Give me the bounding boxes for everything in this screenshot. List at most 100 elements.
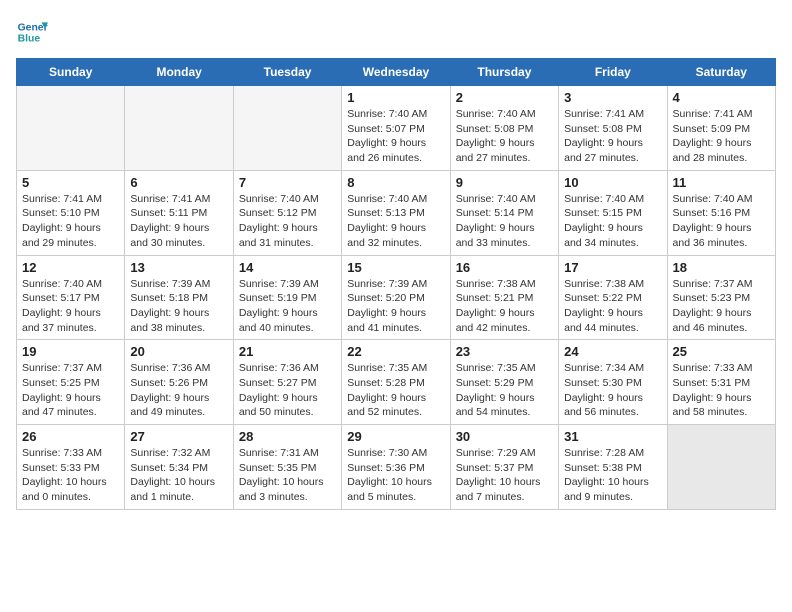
day-info: Sunrise: 7:34 AM Sunset: 5:30 PM Dayligh…	[564, 361, 661, 420]
weekday-header-sunday: Sunday	[17, 59, 125, 86]
day-info: Sunrise: 7:40 AM Sunset: 5:13 PM Dayligh…	[347, 192, 444, 251]
day-number: 11	[673, 175, 770, 190]
calendar-cell: 6Sunrise: 7:41 AM Sunset: 5:11 PM Daylig…	[125, 170, 233, 255]
day-info: Sunrise: 7:40 AM Sunset: 5:14 PM Dayligh…	[456, 192, 553, 251]
day-info: Sunrise: 7:31 AM Sunset: 5:35 PM Dayligh…	[239, 446, 336, 505]
weekday-header-monday: Monday	[125, 59, 233, 86]
day-info: Sunrise: 7:38 AM Sunset: 5:22 PM Dayligh…	[564, 277, 661, 336]
day-number: 2	[456, 90, 553, 105]
day-info: Sunrise: 7:28 AM Sunset: 5:38 PM Dayligh…	[564, 446, 661, 505]
calendar-cell: 11 Sunrise: 7:40 AM Sunset: 5:16 PM Dayli…	[667, 170, 775, 255]
day-number: 27	[130, 429, 227, 444]
calendar-cell: 22 Sunrise: 7:35 AM Sunset: 5:28 PM Dayli…	[342, 340, 450, 425]
day-number: 20	[130, 344, 227, 359]
day-info: Sunrise: 7:39 AM Sunset: 5:20 PM Dayligh…	[347, 277, 444, 336]
day-info: Sunrise: 7:40 AM Sunset: 5:17 PM Dayligh…	[22, 277, 119, 336]
day-number: 14	[239, 260, 336, 275]
calendar-cell: 3 Sunrise: 7:41 AM Sunset: 5:08 PM Daylig…	[559, 86, 667, 171]
calendar-cell: 31 Sunrise: 7:28 AM Sunset: 5:38 PM Dayli…	[559, 425, 667, 510]
day-number: 18	[673, 260, 770, 275]
calendar-cell: 13 Sunrise: 7:39 AM Sunset: 5:18 PM Dayli…	[125, 255, 233, 340]
day-number: 13	[130, 260, 227, 275]
day-info: Sunrise: 7:38 AM Sunset: 5:21 PM Dayligh…	[456, 277, 553, 336]
day-number: 6	[130, 175, 227, 190]
day-number: 16	[456, 260, 553, 275]
day-info: Sunrise: 7:37 AM Sunset: 5:23 PM Dayligh…	[673, 277, 770, 336]
calendar-cell: 9 Sunrise: 7:40 AM Sunset: 5:14 PM Daylig…	[450, 170, 558, 255]
calendar-cell: 14 Sunrise: 7:39 AM Sunset: 5:19 PM Dayli…	[233, 255, 341, 340]
day-info: Sunrise: 7:39 AM Sunset: 5:19 PM Dayligh…	[239, 277, 336, 336]
day-info: Sunrise: 7:37 AM Sunset: 5:25 PM Dayligh…	[22, 361, 119, 420]
calendar-cell	[17, 86, 125, 171]
day-info: Sunrise: 7:29 AM Sunset: 5:37 PM Dayligh…	[456, 446, 553, 505]
day-number: 29	[347, 429, 444, 444]
calendar-cell	[233, 86, 341, 171]
day-number: 22	[347, 344, 444, 359]
calendar-cell: 24 Sunrise: 7:34 AM Sunset: 5:30 PM Dayli…	[559, 340, 667, 425]
calendar-cell: 4 Sunrise: 7:41 AM Sunset: 5:09 PM Daylig…	[667, 86, 775, 171]
weekday-header-wednesday: Wednesday	[342, 59, 450, 86]
weekday-header-tuesday: Tuesday	[233, 59, 341, 86]
logo: General Blue	[16, 16, 48, 48]
day-info: Sunrise: 7:39 AM Sunset: 5:18 PM Dayligh…	[130, 277, 227, 336]
day-number: 25	[673, 344, 770, 359]
calendar-cell	[667, 425, 775, 510]
day-number: 7	[239, 175, 336, 190]
day-number: 24	[564, 344, 661, 359]
calendar-cell: 5 Sunrise: 7:41 AM Sunset: 5:10 PM Daylig…	[17, 170, 125, 255]
svg-text:Blue: Blue	[18, 34, 41, 45]
calendar-cell: 17 Sunrise: 7:38 AM Sunset: 5:22 PM Dayli…	[559, 255, 667, 340]
day-info: Sunrise: 7:35 AM Sunset: 5:28 PM Dayligh…	[347, 361, 444, 420]
calendar-cell: 30 Sunrise: 7:29 AM Sunset: 5:37 PM Dayli…	[450, 425, 558, 510]
day-number: 30	[456, 429, 553, 444]
day-number: 8	[347, 175, 444, 190]
calendar-cell: 19 Sunrise: 7:37 AM Sunset: 5:25 PM Dayli…	[17, 340, 125, 425]
weekday-header-friday: Friday	[559, 59, 667, 86]
calendar-cell: 20 Sunrise: 7:36 AM Sunset: 5:26 PM Dayli…	[125, 340, 233, 425]
day-info: Sunrise: 7:35 AM Sunset: 5:29 PM Dayligh…	[456, 361, 553, 420]
logo-icon: General Blue	[16, 16, 48, 48]
day-number: 5	[22, 175, 119, 190]
day-number: 12	[22, 260, 119, 275]
day-info: Sunrise: 7:41 AM Sunset: 5:10 PM Dayligh…	[22, 192, 119, 251]
calendar-cell: 1 Sunrise: 7:40 AM Sunset: 5:07 PM Daylig…	[342, 86, 450, 171]
calendar-cell: 23 Sunrise: 7:35 AM Sunset: 5:29 PM Dayli…	[450, 340, 558, 425]
day-number: 3	[564, 90, 661, 105]
day-info: Sunrise: 7:36 AM Sunset: 5:26 PM Dayligh…	[130, 361, 227, 420]
day-number: 10	[564, 175, 661, 190]
day-info: Sunrise: 7:41 AM Sunset: 5:09 PM Dayligh…	[673, 107, 770, 166]
calendar-cell: 12 Sunrise: 7:40 AM Sunset: 5:17 PM Dayli…	[17, 255, 125, 340]
calendar-cell: 2 Sunrise: 7:40 AM Sunset: 5:08 PM Daylig…	[450, 86, 558, 171]
day-number: 4	[673, 90, 770, 105]
day-number: 31	[564, 429, 661, 444]
day-number: 19	[22, 344, 119, 359]
day-info: Sunrise: 7:32 AM Sunset: 5:34 PM Dayligh…	[130, 446, 227, 505]
day-info: Sunrise: 7:40 AM Sunset: 5:12 PM Dayligh…	[239, 192, 336, 251]
day-number: 9	[456, 175, 553, 190]
day-info: Sunrise: 7:40 AM Sunset: 5:16 PM Dayligh…	[673, 192, 770, 251]
day-number: 28	[239, 429, 336, 444]
day-number: 1	[347, 90, 444, 105]
day-info: Sunrise: 7:40 AM Sunset: 5:15 PM Dayligh…	[564, 192, 661, 251]
day-info: Sunrise: 7:41 AM Sunset: 5:08 PM Dayligh…	[564, 107, 661, 166]
day-info: Sunrise: 7:40 AM Sunset: 5:07 PM Dayligh…	[347, 107, 444, 166]
day-number: 15	[347, 260, 444, 275]
calendar-cell	[125, 86, 233, 171]
calendar-cell: 7 Sunrise: 7:40 AM Sunset: 5:12 PM Daylig…	[233, 170, 341, 255]
day-info: Sunrise: 7:40 AM Sunset: 5:08 PM Dayligh…	[456, 107, 553, 166]
calendar-cell: 18 Sunrise: 7:37 AM Sunset: 5:23 PM Dayli…	[667, 255, 775, 340]
header: General Blue	[16, 16, 776, 48]
day-number: 23	[456, 344, 553, 359]
day-number: 26	[22, 429, 119, 444]
calendar-cell: 21 Sunrise: 7:36 AM Sunset: 5:27 PM Dayli…	[233, 340, 341, 425]
calendar-table: SundayMondayTuesdayWednesdayThursdayFrid…	[16, 58, 776, 510]
day-number: 21	[239, 344, 336, 359]
calendar-cell: 8 Sunrise: 7:40 AM Sunset: 5:13 PM Daylig…	[342, 170, 450, 255]
calendar-cell: 10 Sunrise: 7:40 AM Sunset: 5:15 PM Dayli…	[559, 170, 667, 255]
day-info: Sunrise: 7:30 AM Sunset: 5:36 PM Dayligh…	[347, 446, 444, 505]
weekday-header-thursday: Thursday	[450, 59, 558, 86]
calendar-cell: 26Sunrise: 7:33 AM Sunset: 5:33 PM Dayli…	[17, 425, 125, 510]
calendar-cell: 15 Sunrise: 7:39 AM Sunset: 5:20 PM Dayli…	[342, 255, 450, 340]
day-info: Sunrise: 7:36 AM Sunset: 5:27 PM Dayligh…	[239, 361, 336, 420]
day-number: 17	[564, 260, 661, 275]
